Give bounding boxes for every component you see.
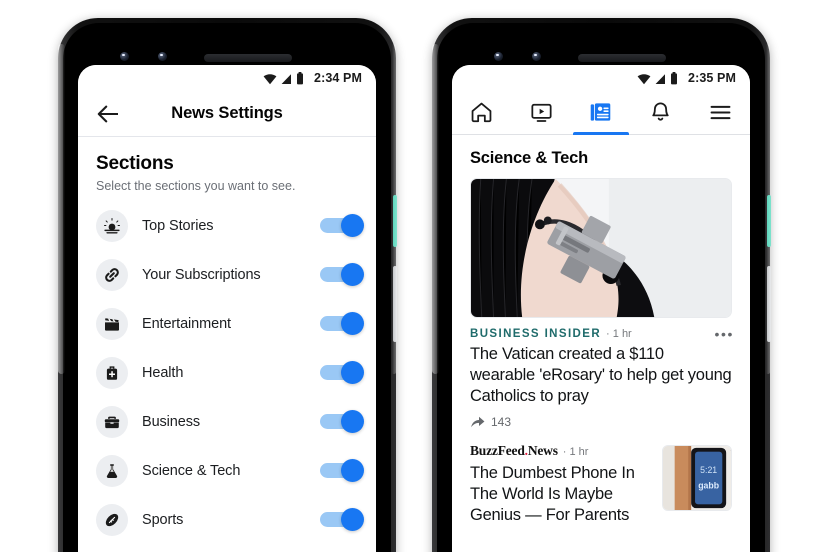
- section-row-health[interactable]: Health: [78, 348, 376, 397]
- right-phone-screen: 2:35 PM Science & Tech ••• BUSINESS INSI…: [452, 65, 750, 552]
- section-label: Your Subscriptions: [142, 266, 261, 283]
- football-icon: [96, 503, 128, 536]
- article-share-stats: 143: [470, 415, 732, 429]
- section-row-sports[interactable]: Sports: [78, 495, 376, 544]
- article-meta: BUSINESS INSIDER · 1 hr: [470, 328, 732, 340]
- power-button[interactable]: [393, 195, 397, 247]
- nav-tab-watch[interactable]: [512, 91, 572, 134]
- sections-list: Top Stories Your Subscriptions Entertain…: [78, 195, 376, 552]
- more-options-icon[interactable]: •••: [714, 327, 734, 341]
- left-phone-screen: 2:34 PM News Settings Sections Select th…: [78, 65, 376, 552]
- bottom-navigation-bar: [452, 91, 750, 135]
- front-camera-icon: [120, 52, 129, 61]
- back-button[interactable]: [92, 99, 122, 129]
- section-label: Health: [142, 364, 184, 381]
- clapperboard-icon: [96, 307, 128, 340]
- article-hero-image[interactable]: [470, 178, 732, 318]
- article-card[interactable]: ••• BUSINESS INSIDER · 1 hr The Vatican …: [452, 318, 750, 435]
- page-title: News Settings: [171, 104, 283, 122]
- section-row-entertainment[interactable]: Entertainment: [78, 299, 376, 348]
- frame-highlight-left: [432, 44, 439, 374]
- section-label: Science & Tech: [142, 462, 241, 479]
- section-toggle[interactable]: [320, 507, 364, 531]
- article-card[interactable]: ••• BuzzFeed.News · 1 hr The Dumbest Pho…: [452, 435, 750, 532]
- medical-bag-icon: [96, 356, 128, 389]
- home-icon: [471, 102, 492, 123]
- flask-icon: [96, 454, 128, 487]
- video-icon: [531, 103, 552, 122]
- right-phone-device: 2:35 PM Science & Tech ••• BUSINESS INSI…: [432, 18, 771, 552]
- nav-tab-news[interactable]: [571, 91, 631, 134]
- front-camera-icon: [494, 52, 503, 61]
- section-row-your-subscriptions[interactable]: Your Subscriptions: [78, 250, 376, 299]
- left-phone-device: 2:34 PM News Settings Sections Select th…: [58, 18, 397, 552]
- power-button[interactable]: [767, 195, 771, 247]
- sections-heading: Sections: [96, 153, 174, 174]
- signal-icon: [655, 73, 666, 84]
- feed-section-title: Science & Tech: [470, 149, 588, 167]
- section-label: Sports: [142, 511, 184, 528]
- section-toggle[interactable]: [320, 262, 364, 286]
- svg-text:5:21: 5:21: [700, 465, 717, 475]
- earpiece-speaker: [578, 54, 666, 62]
- nav-tab-home[interactable]: [452, 91, 512, 134]
- section-toggle[interactable]: [320, 213, 364, 237]
- article-source[interactable]: BUSINESS INSIDER: [470, 328, 601, 340]
- article-source[interactable]: BuzzFeed.News: [470, 443, 558, 459]
- section-row-science-tech[interactable]: Science & Tech: [78, 446, 376, 495]
- nav-tab-notifications[interactable]: [631, 91, 691, 134]
- earpiece-speaker: [204, 54, 292, 62]
- wifi-icon: [637, 73, 651, 84]
- wifi-icon: [263, 73, 277, 84]
- hamburger-icon: [710, 105, 731, 120]
- battery-icon: [297, 71, 304, 84]
- status-bar-time: 2:34 PM: [314, 71, 362, 85]
- nav-tab-menu[interactable]: [690, 91, 750, 134]
- front-sensor-icon: [532, 52, 541, 61]
- section-toggle[interactable]: [320, 458, 364, 482]
- back-arrow-icon: [97, 105, 118, 122]
- share-count: 143: [491, 415, 512, 429]
- volume-button[interactable]: [393, 266, 397, 342]
- briefcase-icon: [96, 405, 128, 438]
- svg-text:gabb: gabb: [698, 481, 719, 491]
- sunrise-icon: [96, 209, 128, 242]
- frame-highlight-left: [58, 44, 65, 374]
- article-timestamp: · 1 hr: [562, 446, 589, 458]
- article-headline[interactable]: The Dumbest Phone In The World Is Maybe …: [470, 463, 652, 526]
- article-timestamp: · 1 hr: [606, 328, 632, 340]
- status-bar: 2:34 PM: [78, 65, 376, 91]
- app-bar: News Settings: [78, 91, 376, 137]
- volume-button[interactable]: [767, 266, 771, 342]
- section-toggle[interactable]: [320, 360, 364, 384]
- share-arrow-icon: [471, 416, 485, 428]
- article-headline[interactable]: The Vatican created a $110 wearable 'eRo…: [470, 344, 732, 407]
- signal-icon: [281, 73, 292, 84]
- section-toggle[interactable]: [320, 409, 364, 433]
- section-row-business[interactable]: Business: [78, 397, 376, 446]
- news-icon: [591, 103, 611, 121]
- link-icon: [96, 258, 128, 291]
- bell-icon: [652, 102, 669, 121]
- article-meta: BuzzFeed.News · 1 hr: [470, 443, 652, 459]
- article-thumbnail[interactable]: 5:21 gabb: [662, 445, 732, 511]
- section-toggle[interactable]: [320, 311, 364, 335]
- battery-icon: [671, 71, 678, 84]
- screenshot-stage: 2:34 PM News Settings Sections Select th…: [0, 0, 825, 552]
- sections-subheading: Select the sections you want to see.: [96, 179, 296, 193]
- section-label: Business: [142, 413, 201, 430]
- front-sensor-icon: [158, 52, 167, 61]
- status-bar-time: 2:35 PM: [688, 71, 736, 85]
- status-bar: 2:35 PM: [452, 65, 750, 91]
- sections-header: Sections Select the sections you want to…: [78, 137, 376, 195]
- section-label: Top Stories: [142, 217, 214, 234]
- section-label: Entertainment: [142, 315, 231, 332]
- section-row-top-stories[interactable]: Top Stories: [78, 201, 376, 250]
